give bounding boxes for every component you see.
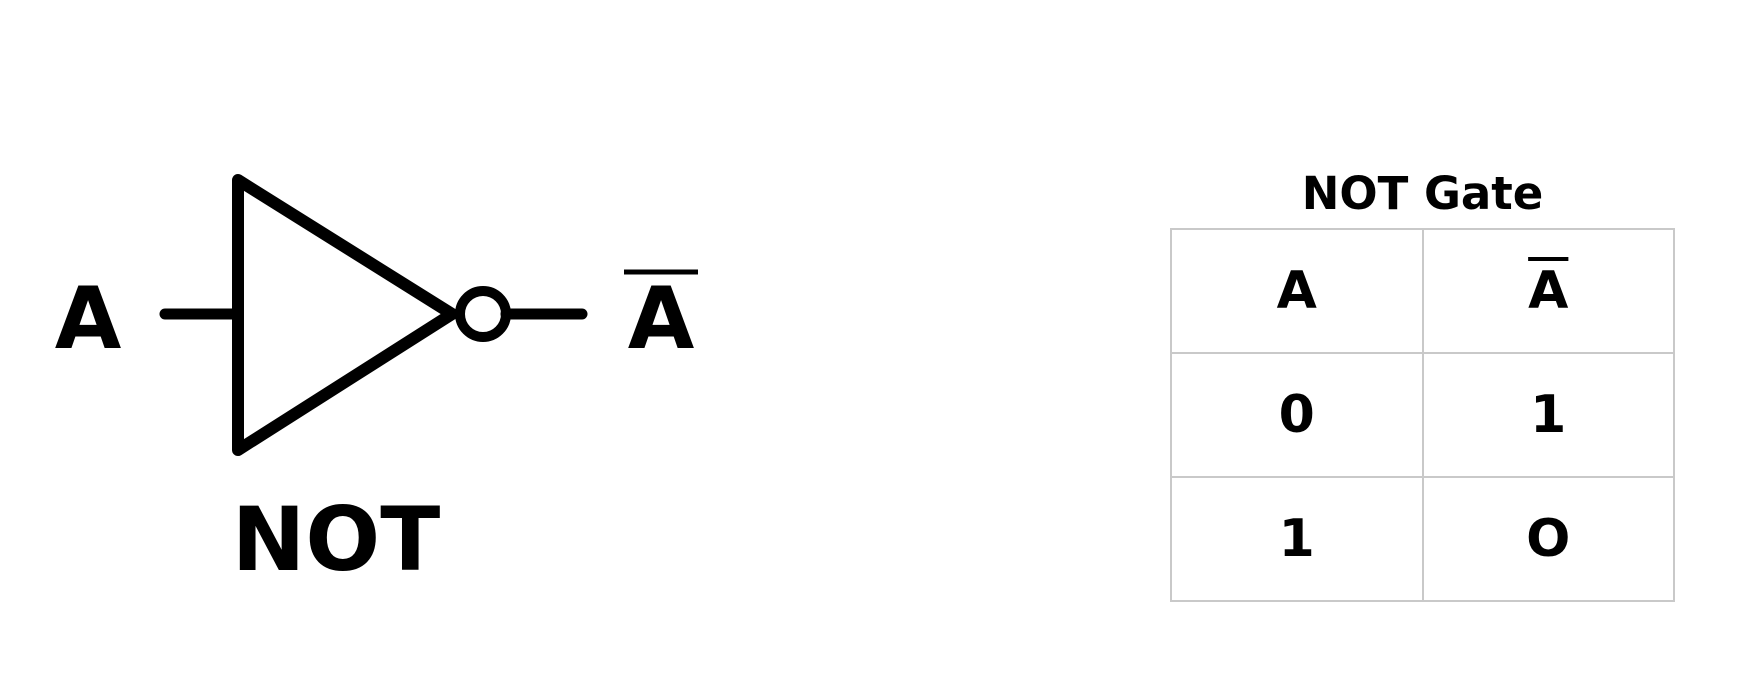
truth-table-title: NOT Gate [1301, 167, 1544, 220]
truth-table: A A 0 1 1 O [1170, 228, 1675, 602]
header-output: A [1421, 228, 1675, 354]
table-row: 1 O [1170, 476, 1675, 602]
gate-label: NOT [232, 488, 440, 591]
table-header-row: A A [1170, 228, 1675, 354]
header-output-label: A [1528, 261, 1569, 321]
inversion-bubble [455, 286, 511, 342]
table-cell: 1 [1170, 476, 1424, 602]
gate-triangle [232, 174, 458, 456]
header-input: A [1170, 228, 1424, 354]
table-cell: 0 [1170, 352, 1424, 478]
output-label: A [628, 269, 695, 369]
table-cell: 1 [1421, 352, 1675, 478]
truth-table-panel: NOT Gate A A 0 1 1 O [1170, 160, 1675, 602]
table-cell: O [1421, 476, 1675, 602]
input-label: A [55, 269, 122, 369]
table-row: 0 1 [1170, 352, 1675, 478]
